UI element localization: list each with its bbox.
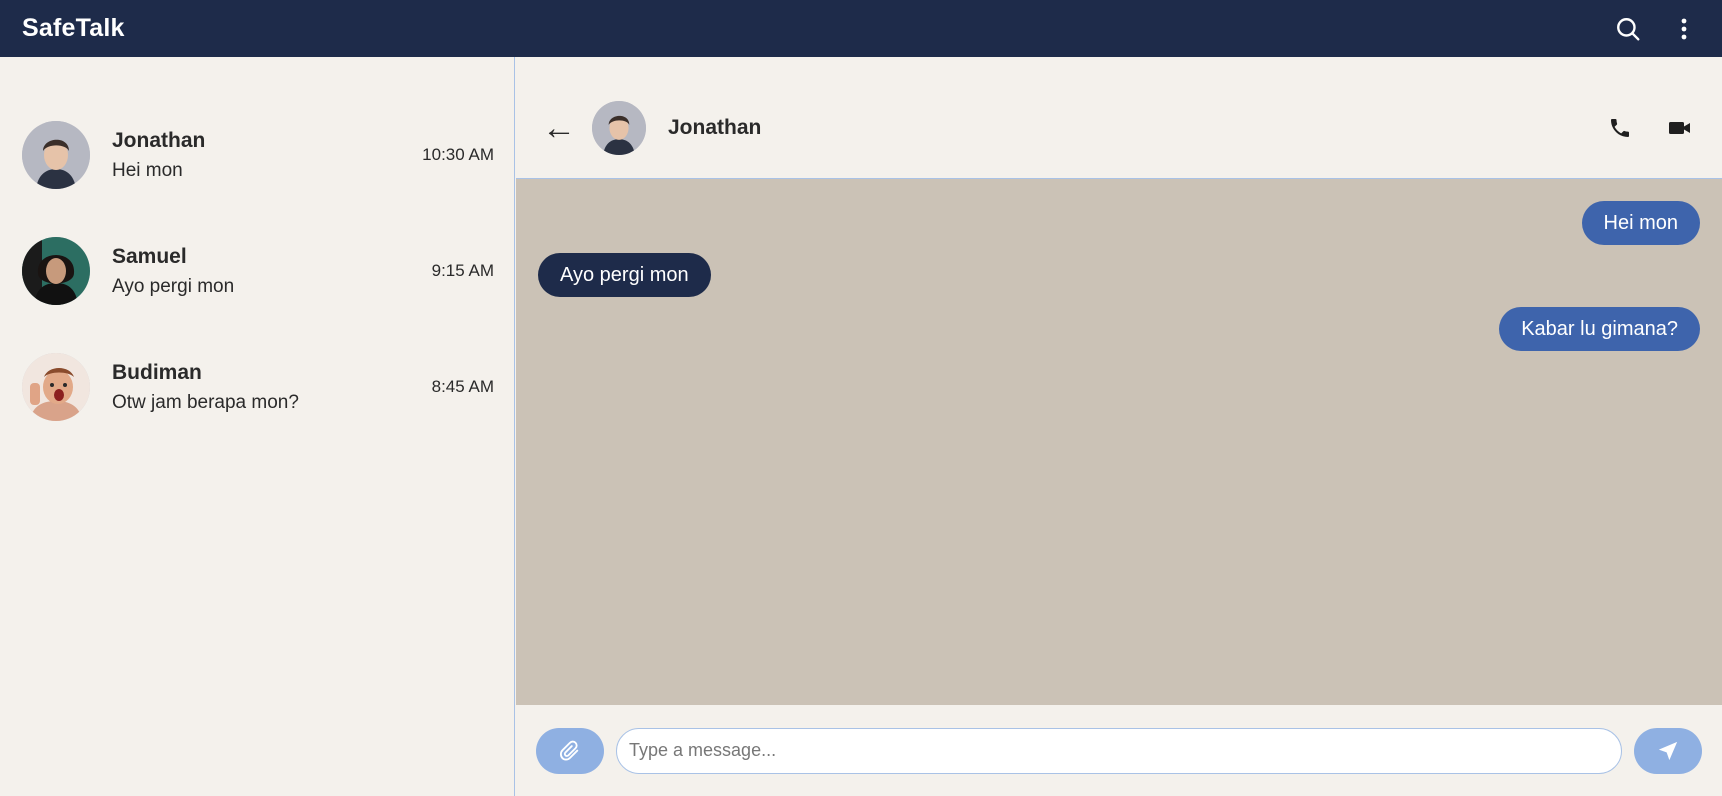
header-actions xyxy=(1604,112,1696,144)
chat-time: 10:30 AM xyxy=(422,145,494,164)
search-icon[interactable] xyxy=(1612,13,1644,45)
attach-button[interactable] xyxy=(536,727,604,774)
chat-list-item-samuel[interactable]: Samuel Ayo pergi mon 9:15 AM xyxy=(0,213,514,329)
conversation-panel: ← Jonathan Hei mon Ayo pergi mon Kabar l… xyxy=(516,57,1722,796)
message-row: Kabar lu gimana? xyxy=(538,307,1700,351)
outgoing-message-bubble: Hei mon xyxy=(1581,201,1700,245)
phone-icon[interactable] xyxy=(1604,112,1636,144)
topbar-actions xyxy=(1612,13,1700,45)
chat-list-item-budiman[interactable]: Budiman Otw jam berapa mon? 8:45 AM xyxy=(0,329,514,445)
outgoing-message-bubble: Kabar lu gimana? xyxy=(1499,307,1700,351)
incoming-message-bubble: Ayo pergi mon xyxy=(538,253,711,297)
top-app-bar: SafeTalk xyxy=(0,0,1722,57)
message-thread: Hei mon Ayo pergi mon Kabar lu gimana? xyxy=(516,179,1722,705)
conversation-header: ← Jonathan xyxy=(516,57,1722,179)
back-arrow-icon[interactable]: ← xyxy=(542,111,576,145)
avatar xyxy=(22,353,90,421)
send-button[interactable] xyxy=(1634,727,1702,774)
more-vertical-icon[interactable] xyxy=(1668,13,1700,45)
send-icon xyxy=(1658,741,1678,760)
app-title: SafeTalk xyxy=(22,14,125,42)
message-input[interactable] xyxy=(616,727,1622,774)
avatar xyxy=(22,121,90,189)
message-composer xyxy=(516,705,1722,796)
message-row: Ayo pergi mon xyxy=(538,253,1700,297)
paperclip-icon xyxy=(559,740,579,761)
video-camera-icon[interactable] xyxy=(1664,112,1696,144)
chat-list-item-jonathan[interactable]: Jonathan Hei mon 10:30 AM xyxy=(0,97,514,213)
chat-time: 8:45 AM xyxy=(431,377,494,396)
conversation-title: Jonathan xyxy=(668,115,762,139)
avatar xyxy=(592,100,646,155)
chat-time: 9:15 AM xyxy=(431,261,494,280)
chat-list-sidebar: Jonathan Hei mon 10:30 AM Samuel Ayo per… xyxy=(0,57,515,796)
avatar xyxy=(22,237,90,305)
message-row: Hei mon xyxy=(538,201,1700,245)
